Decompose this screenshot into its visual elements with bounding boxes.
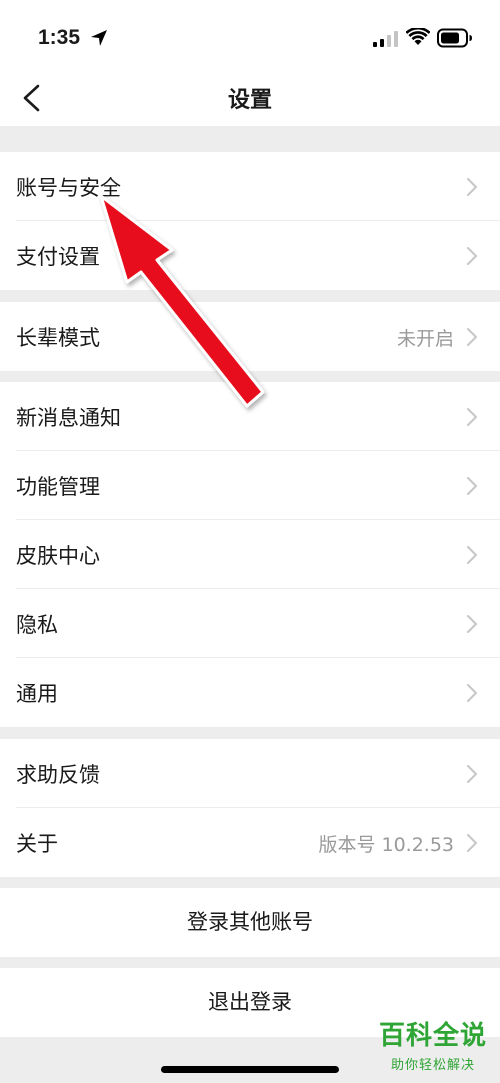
elder-mode-status: 未开启 — [396, 328, 454, 350]
nav-bar: 设置 — [0, 70, 500, 126]
status-bar: 1:35 — [0, 0, 500, 70]
chevron-right-icon — [467, 834, 477, 852]
version-number: 版本号 10.2.53 — [318, 834, 454, 856]
home-indicator[interactable] — [161, 1066, 339, 1073]
settings-item-help-feedback[interactable]: 求助反馈 — [0, 739, 500, 808]
settings-item-general[interactable]: 通用 — [0, 658, 500, 727]
settings-item-label: 求助反馈 — [16, 763, 100, 787]
settings-group-help: 求助反馈 关于 版本号 10.2.53 — [0, 739, 500, 877]
settings-item-label: 关于 — [16, 832, 58, 856]
chevron-right-icon — [467, 328, 477, 346]
status-time: 1:35 — [38, 26, 81, 49]
settings-item-skin-center[interactable]: 皮肤中心 — [0, 520, 500, 589]
settings-item-payment[interactable]: 支付设置 — [0, 221, 500, 290]
watermark-logo: 百科全说 助你轻松解决 — [374, 1018, 492, 1073]
page-title: 设置 — [227, 88, 272, 113]
chevron-right-icon — [467, 765, 477, 783]
settings-item-notifications[interactable]: 新消息通知 — [0, 382, 500, 451]
settings-item-label: 账号与安全 — [16, 176, 121, 200]
cellular-signal-icon — [373, 31, 398, 47]
settings-item-about[interactable]: 关于 版本号 10.2.53 — [0, 808, 500, 877]
switch-account-button[interactable]: 登录其他账号 — [0, 888, 500, 957]
chevron-right-icon — [467, 408, 477, 426]
settings-item-label: 通用 — [16, 682, 58, 706]
chevron-right-icon — [467, 178, 477, 196]
watermark-subtitle: 助你轻松解决 — [390, 1058, 475, 1073]
settings-item-label: 功能管理 — [16, 475, 100, 499]
settings-item-privacy[interactable]: 隐私 — [0, 589, 500, 658]
location-arrow-icon — [91, 30, 107, 46]
battery-icon — [437, 28, 472, 48]
settings-item-label: 支付设置 — [16, 245, 100, 269]
settings-group-elder-mode: 长辈模式 未开启 — [0, 302, 500, 371]
settings-item-label: 皮肤中心 — [16, 544, 100, 568]
settings-item-account-security[interactable]: 账号与安全 — [0, 152, 500, 221]
watermark-title: 百科全说 — [378, 1021, 487, 1051]
settings-item-label: 长辈模式 — [16, 326, 100, 350]
chevron-right-icon — [467, 684, 477, 702]
settings-group-general: 新消息通知 功能管理 皮肤中心 隐私 通用 — [0, 382, 500, 727]
wifi-icon — [406, 28, 430, 45]
chevron-right-icon — [467, 247, 477, 265]
chevron-right-icon — [467, 546, 477, 564]
settings-item-label: 隐私 — [16, 613, 58, 637]
settings-item-elder-mode[interactable]: 长辈模式 未开启 — [0, 302, 500, 371]
settings-item-label: 新消息通知 — [16, 406, 121, 430]
settings-item-feature-management[interactable]: 功能管理 — [0, 451, 500, 520]
chevron-right-icon — [467, 477, 477, 495]
chevron-right-icon — [467, 615, 477, 633]
settings-group-account: 账号与安全 支付设置 — [0, 152, 500, 290]
